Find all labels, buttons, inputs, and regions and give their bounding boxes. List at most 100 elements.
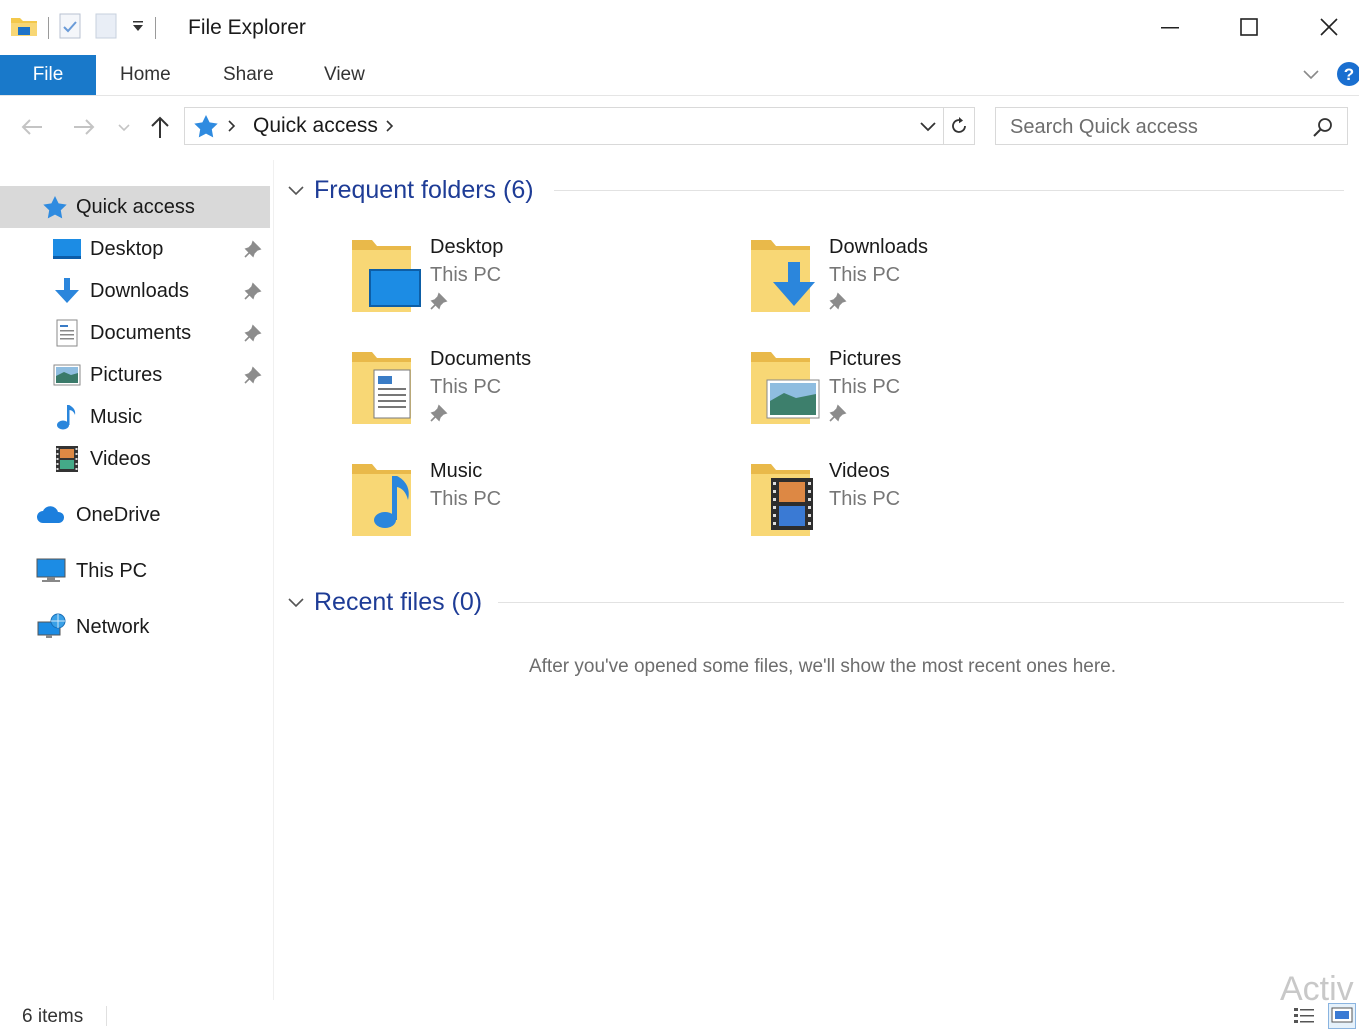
tab-file[interactable]: File (0, 55, 96, 95)
folder-tile-videos[interactable]: Videos This PC (749, 458, 1129, 558)
maximize-button[interactable] (1209, 0, 1289, 54)
breadcrumb-separator-icon[interactable] (227, 119, 237, 138)
frequent-folders-header[interactable]: Frequent folders (6) (286, 174, 1346, 206)
file-explorer-app-icon[interactable] (10, 14, 38, 43)
sidebar-item-label: Pictures (90, 363, 163, 386)
sidebar-item-label: Quick access (76, 195, 195, 218)
navigation-pane: Quick access Desktop Downloads Documents… (0, 160, 272, 1000)
recent-files-title: Recent files (0) (314, 587, 483, 616)
pin-icon[interactable] (430, 404, 448, 422)
this-pc-icon (36, 556, 66, 586)
toolbar-separator (48, 17, 49, 39)
minimize-icon (1161, 27, 1179, 29)
sidebar-item-downloads[interactable]: Downloads (0, 270, 270, 312)
recent-files-header[interactable]: Recent files (0) (286, 586, 1346, 618)
pin-icon[interactable] (430, 292, 448, 310)
tab-view[interactable]: View (324, 55, 365, 95)
pin-icon[interactable] (244, 366, 262, 384)
up-arrow-icon (151, 116, 169, 138)
folder-tile-music[interactable]: Music This PC (350, 458, 730, 558)
quick-access-star-icon (40, 192, 70, 222)
help-icon[interactable]: ? (1336, 61, 1359, 92)
folder-location: This PC (829, 264, 901, 286)
expand-ribbon-chevron-icon[interactable] (1302, 67, 1320, 86)
group-rule (498, 602, 1344, 603)
breadcrumb-quick-access[interactable]: Quick access (253, 114, 378, 138)
recent-locations-button[interactable] (114, 110, 134, 144)
pane-divider[interactable] (273, 160, 274, 1000)
downloads-icon (52, 276, 82, 306)
chevron-down-icon (118, 124, 130, 132)
breadcrumb-chevron-icon[interactable] (385, 119, 395, 138)
forward-button[interactable] (70, 110, 98, 144)
folder-tile-downloads[interactable]: Downloads This PC (749, 234, 1129, 334)
documents-icon (52, 318, 82, 348)
videos-folder-icon (751, 464, 813, 536)
sidebar-item-label: This PC (76, 559, 148, 582)
toolbar-separator (155, 17, 156, 39)
status-bar: 6 items (0, 1000, 1359, 1033)
folder-tile-desktop[interactable]: Desktop This PC (350, 234, 730, 334)
search-box (995, 107, 1348, 145)
properties-icon[interactable] (59, 13, 81, 44)
search-input[interactable] (1010, 114, 1300, 140)
customize-toolbar-chevron-icon[interactable] (131, 19, 145, 38)
folder-location: This PC (829, 376, 901, 398)
folder-tile-documents[interactable]: Documents This PC (350, 346, 730, 446)
back-button[interactable] (18, 110, 46, 144)
maximize-icon (1240, 18, 1258, 36)
folder-location: This PC (430, 488, 502, 510)
address-bar[interactable]: Quick access (184, 107, 944, 145)
group-rule (554, 190, 1344, 191)
pin-icon[interactable] (829, 292, 847, 310)
tab-share[interactable]: Share (223, 55, 274, 95)
sidebar-item-label: Videos (90, 447, 151, 470)
recent-files-empty-message: After you've opened some files, we'll sh… (528, 656, 1117, 677)
close-button[interactable] (1289, 0, 1359, 54)
pin-icon[interactable] (829, 404, 847, 422)
quick-access-toolbar (10, 13, 166, 44)
collapse-chevron-icon[interactable] (286, 592, 306, 612)
sidebar-item-quick-access[interactable]: Quick access (0, 186, 270, 228)
sidebar-item-desktop[interactable]: Desktop (0, 228, 270, 270)
music-icon (52, 402, 82, 432)
folder-name: Music (430, 460, 483, 482)
pictures-folder-icon (751, 352, 820, 424)
tab-home[interactable]: Home (120, 55, 171, 95)
sidebar-item-documents[interactable]: Documents (0, 312, 270, 354)
folder-name: Videos (829, 460, 890, 482)
sidebar-item-label: Network (76, 615, 150, 638)
refresh-button[interactable] (943, 107, 975, 145)
network-icon (36, 612, 66, 642)
downloads-folder-icon (751, 240, 815, 312)
pin-icon[interactable] (244, 240, 262, 258)
folder-name: Desktop (430, 236, 504, 258)
videos-icon (52, 444, 82, 474)
sidebar-item-network[interactable]: Network (0, 606, 270, 648)
search-icon[interactable] (1312, 116, 1334, 143)
large-icons-view-button[interactable] (1328, 1003, 1356, 1029)
sidebar-item-this-pc[interactable]: This PC (0, 550, 270, 592)
pin-icon[interactable] (244, 324, 262, 342)
back-arrow-icon (21, 119, 42, 135)
address-dropdown-chevron-icon[interactable] (919, 119, 937, 138)
details-view-button[interactable] (1290, 1003, 1318, 1029)
sidebar-item-music[interactable]: Music (0, 396, 270, 438)
refresh-icon (951, 117, 966, 133)
sidebar-item-onedrive[interactable]: OneDrive (0, 494, 270, 536)
folder-location: This PC (430, 264, 502, 286)
sidebar-item-label: Music (90, 405, 143, 428)
sidebar-item-pictures[interactable]: Pictures (0, 354, 270, 396)
folder-tile-pictures[interactable]: Pictures This PC (749, 346, 1129, 446)
sidebar-item-label: Downloads (90, 279, 189, 302)
pictures-icon (52, 360, 82, 390)
up-button[interactable] (146, 110, 174, 144)
pin-icon[interactable] (244, 282, 262, 300)
desktop-folder-icon (352, 240, 421, 312)
collapse-chevron-icon[interactable] (286, 180, 306, 200)
sidebar-item-videos[interactable]: Videos (0, 438, 270, 480)
minimize-button[interactable] (1130, 0, 1210, 54)
new-folder-icon[interactable] (95, 13, 117, 44)
music-folder-icon (352, 464, 411, 536)
large-icons-view-icon (1331, 1007, 1353, 1023)
